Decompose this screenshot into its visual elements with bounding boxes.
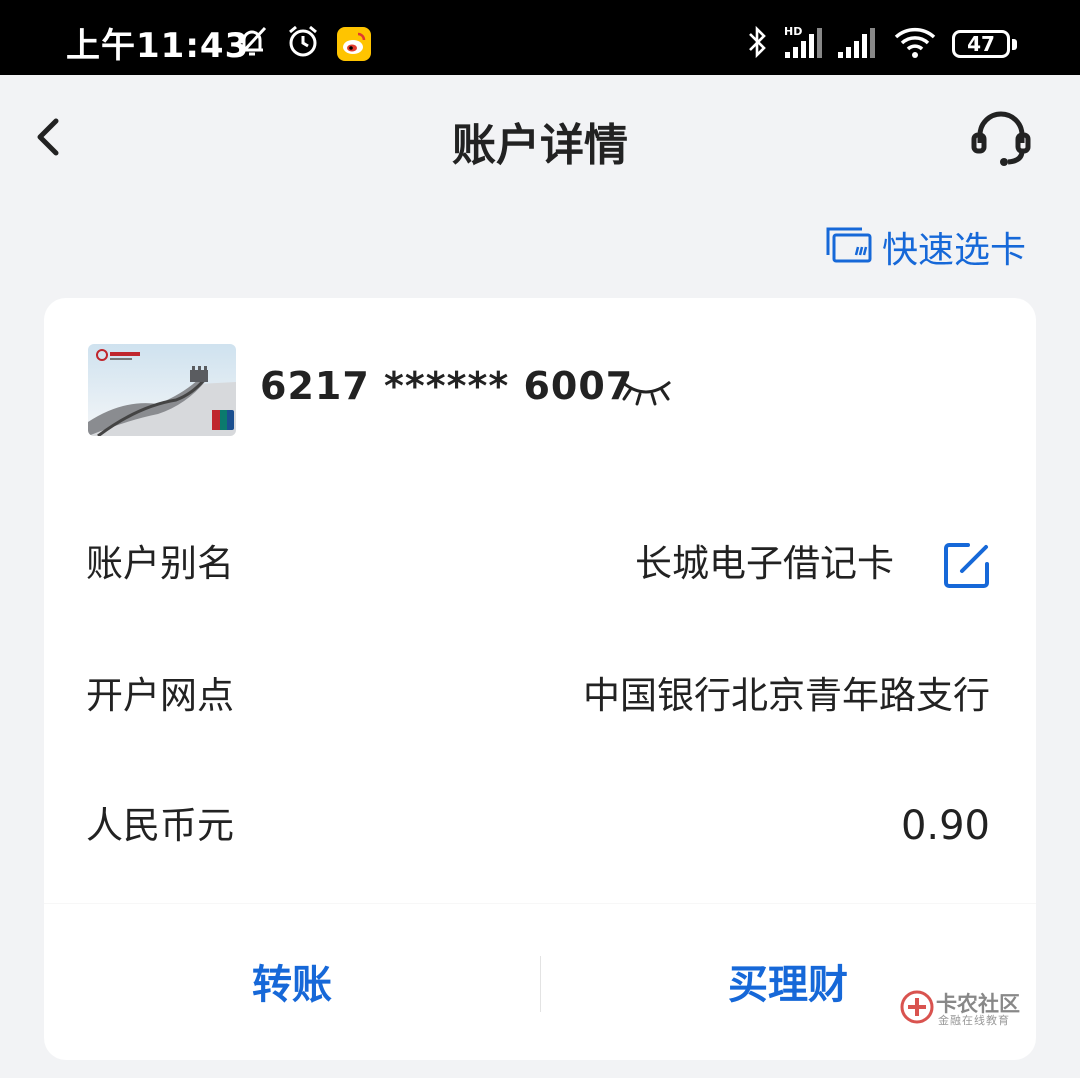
action-bar: 转账 买理财 [44,904,1036,1060]
alarm-clock-icon [289,25,317,57]
signal-icon [838,28,875,58]
battery-level: 47 [967,32,995,56]
signal-hd-icon: HD [784,25,822,58]
opening-branch-row: 开户网点 中国银行北京青年路支行 [86,666,990,726]
battery-icon: 47 [952,30,1020,62]
rmb-balance-value: 0.90 [900,803,990,849]
bell-off-icon [237,26,267,58]
status-time: 上午11:43 [66,26,250,66]
page-title: 账户详情 [452,120,628,171]
card-number: 6217 ****** 6007 [260,364,634,408]
watermark: 卡农社区 金融在线教育 [900,988,1030,1028]
watermark-logo-icon [900,990,934,1024]
account-card: 6217 ****** 6007 账户别名 长城电子借记卡 开户网点 中国银行北… [44,298,1036,926]
svg-text:HD: HD [784,25,802,38]
quick-select-label: 快速选卡 [882,230,1027,271]
status-bar: 上午11:43 HD 47 [0,0,1080,75]
opening-branch-value: 中国银行北京青年路支行 [583,674,990,717]
bank-card-image [88,344,236,436]
account-alias-row: 账户别名 长城电子借记卡 [86,534,990,594]
quick-select-card-button[interactable]: 快速选卡 [824,222,1026,272]
bluetooth-icon [749,25,766,59]
nav-header: 账户详情 [0,75,1080,205]
weibo-icon [337,27,371,61]
customer-service-icon[interactable] [968,105,1034,171]
watermark-subtitle: 金融在线教育 [938,1014,1010,1027]
eye-closed-icon[interactable] [616,368,676,408]
transfer-button[interactable]: 转账 [44,950,540,1020]
card-stack-icon [826,227,872,263]
wifi-icon [894,27,936,58]
rmb-balance-label: 人民币元 [86,804,234,847]
rmb-balance-row: 人民币元 0.90 [86,796,990,856]
opening-branch-label: 开户网点 [86,674,234,717]
account-alias-label: 账户别名 [86,542,234,585]
account-alias-value: 长城电子借记卡 [635,542,894,585]
edit-icon[interactable] [942,540,992,590]
